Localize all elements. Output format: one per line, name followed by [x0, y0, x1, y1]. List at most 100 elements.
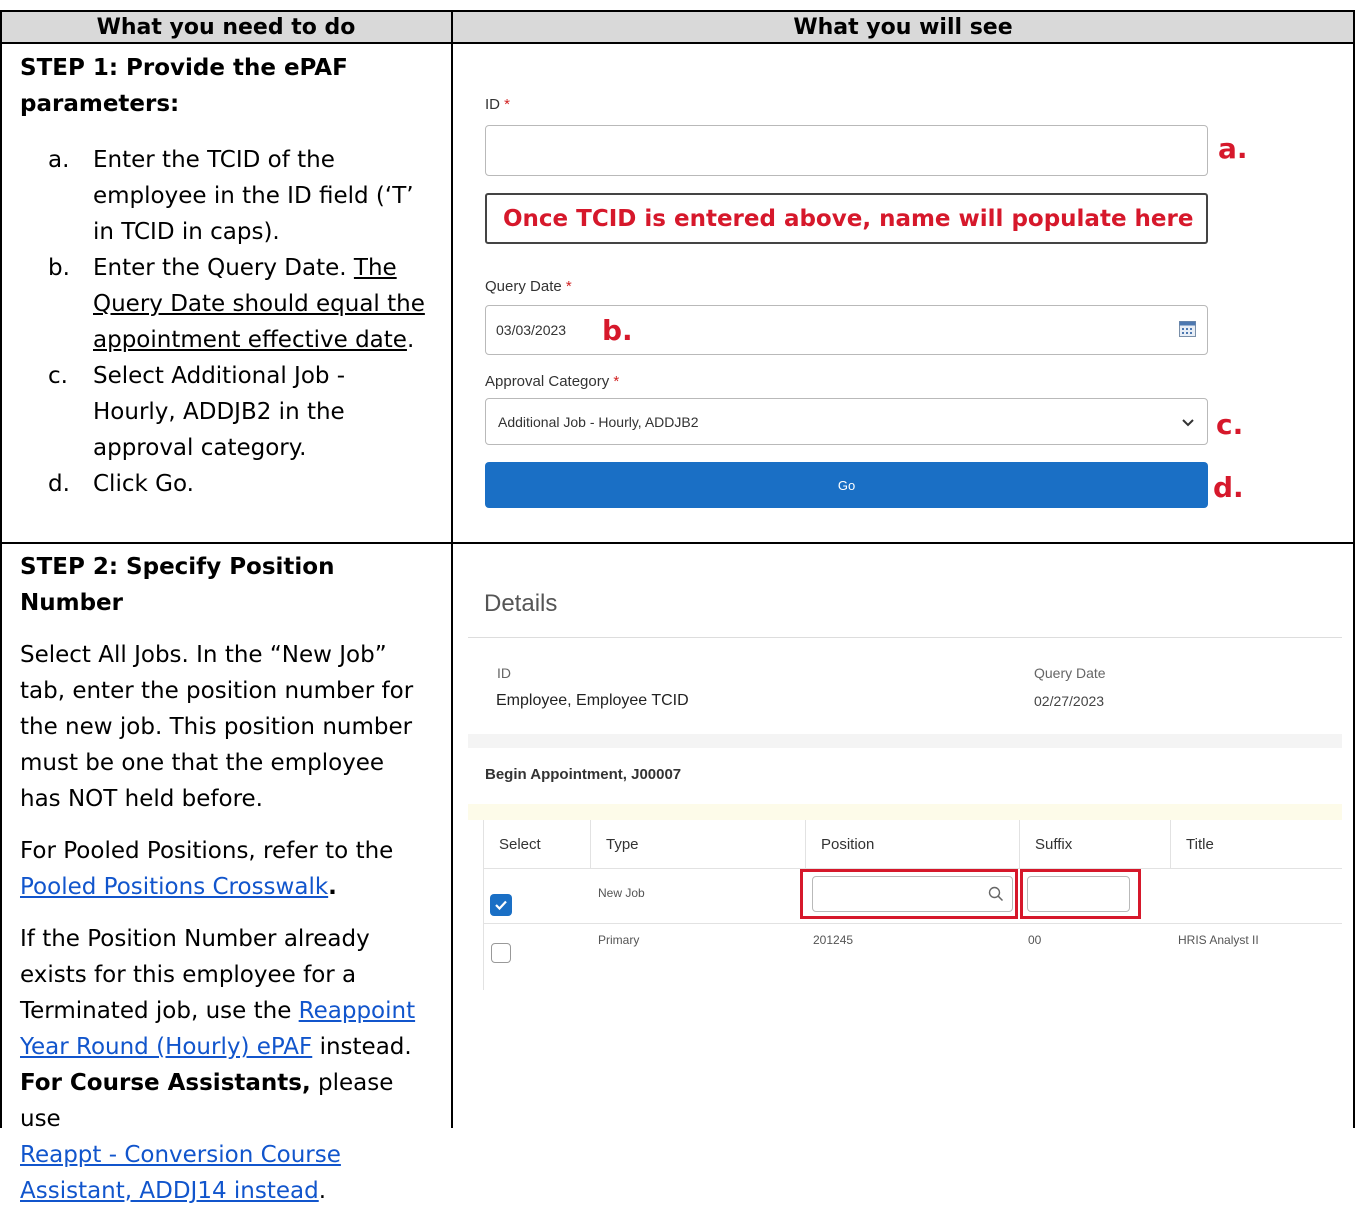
item-marker: b.	[48, 255, 70, 281]
id-label-text: ID	[485, 96, 500, 113]
row2-position: 201245	[813, 933, 854, 947]
para3-line: If the Position Number already	[20, 926, 370, 952]
item-b-line2: Query Date should equal the	[93, 291, 425, 317]
step1-item-c: c. Select Additional Job - Hourly, ADDJB…	[20, 358, 440, 466]
required-star: *	[565, 278, 572, 295]
calendar-icon[interactable]	[1179, 321, 1196, 337]
details-id-label: ID	[497, 665, 511, 681]
step2-title: STEP 2: Specify Position Number	[20, 554, 335, 616]
approval-category-label: Approval Category *	[485, 373, 619, 390]
para1-line: the new job. This position number	[20, 714, 413, 740]
para1-line: tab, enter the position number for	[20, 678, 414, 704]
appointment-heading: Begin Appointment, J00007	[485, 766, 682, 783]
details-id-value: Employee, Employee TCID	[496, 692, 689, 710]
details-divider	[468, 637, 1342, 638]
table-border-right	[1353, 10, 1355, 1128]
item-c-line1: Select Additional Job -	[93, 363, 346, 389]
para1-line: Select All Jobs. In the “New Job”	[20, 642, 387, 668]
table-border-left	[0, 10, 2, 1128]
table-top-band	[468, 804, 1342, 820]
approval-category-value: Additional Job - Hourly, ADDJB2	[498, 414, 699, 430]
query-date-label-text: Query Date	[485, 278, 562, 295]
para3-line: exists for this employee for a	[20, 962, 357, 988]
search-icon[interactable]	[988, 886, 1004, 905]
reappt-conversion-link[interactable]: Reappt - Conversion Course	[20, 1142, 341, 1168]
para4-end: .	[318, 1178, 327, 1204]
marker-c: c.	[1216, 408, 1244, 441]
step2-para1: Select All Jobs. In the “New Job” tab, e…	[20, 637, 440, 817]
step1-title-line1: STEP 1: Provide the ePAF	[20, 55, 348, 81]
query-date-input[interactable]: 03/03/2023	[485, 305, 1208, 355]
step1-instructions: STEP 1: Provide the ePAF parameters: a. …	[20, 50, 440, 502]
header-right: What you will see	[452, 10, 1354, 44]
item-b-line3: appointment effective date.	[93, 322, 440, 358]
employee-name-part1: Employee,	[496, 692, 572, 709]
item-marker: d.	[48, 471, 70, 497]
item-marker: c.	[48, 363, 68, 389]
item-b-line1: Enter the Query Date. The	[93, 250, 440, 286]
row2-title: HRIS Analyst II	[1178, 933, 1259, 947]
item-d-line1: Click Go.	[93, 471, 194, 497]
details-heading: Details	[484, 590, 558, 617]
row2-checkbox[interactable]	[491, 943, 511, 963]
para4-bold: For Course Assistants,	[20, 1070, 311, 1096]
query-date-value: 03/03/2023	[496, 322, 567, 338]
row1-type: New Job	[598, 886, 645, 900]
pooled-positions-link[interactable]: Pooled Positions Crosswalk	[20, 874, 328, 900]
para4-line2: Reappt - Conversion Course	[20, 1137, 440, 1173]
reappoint-link[interactable]: Reappoint	[299, 998, 415, 1024]
check-icon	[495, 900, 507, 911]
go-button[interactable]: Go	[485, 462, 1208, 508]
employee-name-part2: Employee TCID	[576, 692, 689, 709]
step1-list: a. Enter the TCID of the employee in the…	[20, 142, 440, 502]
reappt-conversion-link-cont[interactable]: Assistant, ADDJ14 instead	[20, 1178, 319, 1204]
para3-line3: Terminated job, use the Reappoint	[20, 993, 440, 1029]
col-type[interactable]: Type	[606, 836, 639, 853]
item-a-line3: in TCID in caps).	[93, 219, 280, 245]
item-c-line3: approval category.	[93, 435, 307, 461]
required-star: *	[613, 373, 620, 390]
marker-a: a.	[1218, 132, 1248, 165]
row2-type: Primary	[598, 933, 640, 947]
item-b-underline3: appointment effective date	[93, 327, 407, 353]
para4-line1: For Course Assistants, please use	[20, 1065, 440, 1137]
item-a-line2: employee in the ID field (‘T’	[93, 183, 414, 209]
item-c-line2: Hourly, ADDJB2 in the	[93, 399, 345, 425]
item-b-underline1: The	[353, 255, 397, 281]
position-input[interactable]	[812, 876, 1013, 912]
details-query-date-value: 02/27/2023	[1034, 693, 1105, 709]
required-star: *	[504, 96, 511, 113]
step1-title-line2: parameters:	[20, 91, 180, 117]
section-band	[468, 734, 1342, 748]
name-callout: Once TCID is entered above, name will po…	[485, 193, 1208, 244]
para1-line: has NOT held before.	[20, 786, 263, 812]
para3-pre: Terminated job, use the	[20, 998, 299, 1024]
row-divider	[0, 542, 1355, 544]
para3-post: instead.	[312, 1034, 412, 1060]
para2-line2: Pooled Positions Crosswalk.	[20, 869, 440, 905]
suffix-input[interactable]	[1027, 876, 1130, 912]
para2-end: .	[328, 874, 337, 900]
para4-line3: Assistant, ADDJ14 instead.	[20, 1173, 440, 1209]
step2-instructions: STEP 2: Specify Position Number Select A…	[20, 549, 440, 1209]
item-b-plain: Enter the Query Date.	[93, 255, 354, 281]
para1-line: must be one that the employee	[20, 750, 385, 776]
para3-line4: Year Round (Hourly) ePAF instead.	[20, 1029, 440, 1065]
details-query-date-label: Query Date	[1034, 665, 1106, 681]
step1-item-b: b. Enter the Query Date. The Query Date …	[20, 250, 440, 358]
approval-category-select[interactable]: Additional Job - Hourly, ADDJB2	[485, 398, 1208, 445]
row2-suffix: 00	[1028, 933, 1042, 947]
col-select[interactable]: Select	[499, 836, 541, 853]
reappoint-link-cont[interactable]: Year Round (Hourly) ePAF	[20, 1034, 312, 1060]
id-input[interactable]	[485, 125, 1208, 176]
query-date-label: Query Date *	[485, 278, 572, 295]
col-title[interactable]: Title	[1186, 836, 1214, 853]
col-suffix[interactable]: Suffix	[1035, 836, 1072, 853]
col-position[interactable]: Position	[821, 836, 874, 853]
row1-checkbox[interactable]	[490, 894, 512, 916]
instruction-document: What you need to do What you will see ST…	[0, 0, 1357, 1204]
step1-item-d: d. Click Go.	[20, 466, 440, 502]
step2-para2: For Pooled Positions, refer to the Poole…	[20, 833, 440, 905]
approval-label-text: Approval Category	[485, 373, 610, 390]
step2-para3: If the Position Number already exists fo…	[20, 921, 440, 1209]
